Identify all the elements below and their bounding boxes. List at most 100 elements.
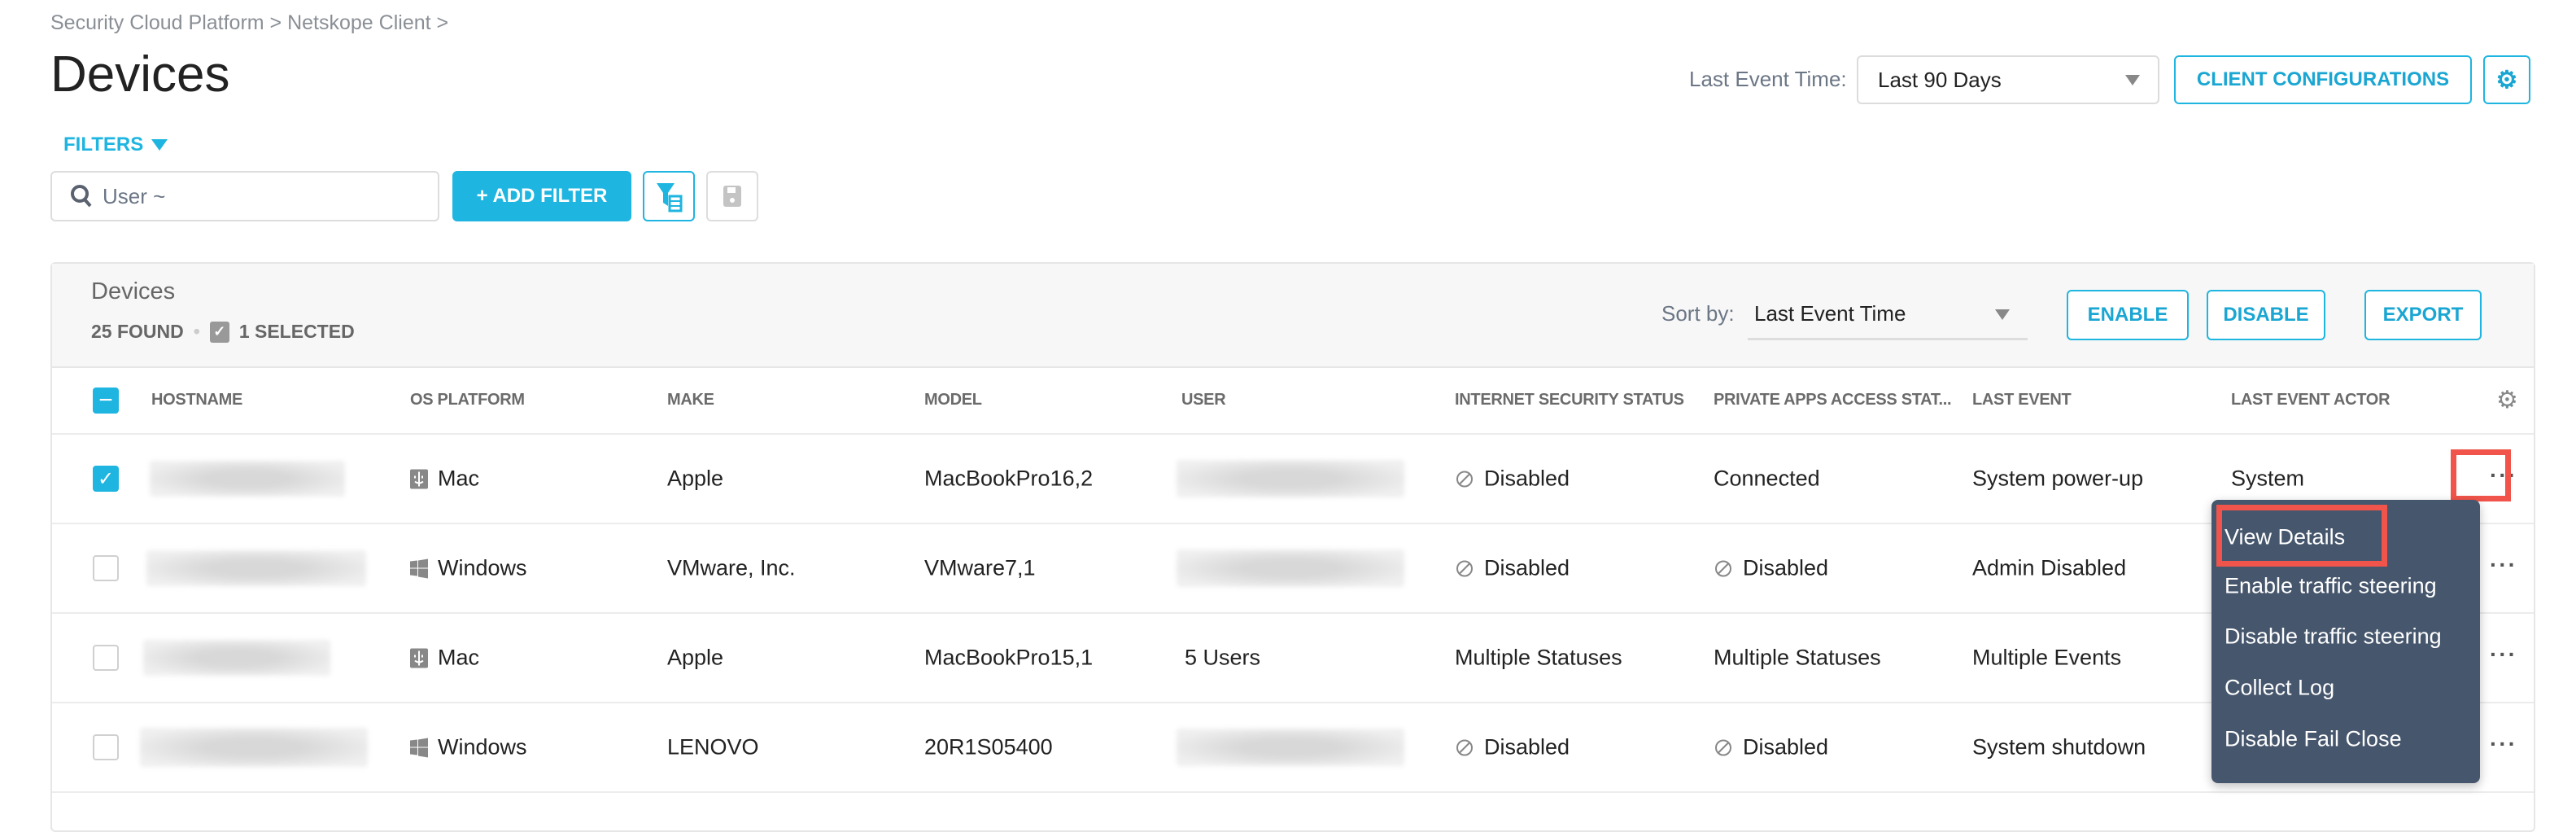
more-actions-icon[interactable]: ··· <box>2490 552 2517 578</box>
make: Apple <box>667 466 723 492</box>
row-checkbox[interactable] <box>93 555 119 581</box>
model: VMware7,1 <box>924 556 1036 581</box>
result-summary: 25 FOUND • ✓ 1 SELECTED <box>91 321 355 343</box>
last-event: Admin Disabled <box>1972 556 2126 581</box>
sort-by-select[interactable]: Last Event Time <box>1748 290 2028 340</box>
last-event-text: Multiple Events <box>1972 645 2122 670</box>
disabled-icon <box>1455 469 1474 488</box>
select-all-checkbox[interactable]: − <box>93 387 119 414</box>
dropdown-caret-icon <box>2125 75 2140 85</box>
user-redacted <box>1177 550 1404 587</box>
separator-dot: • <box>193 321 200 342</box>
filters-toggle[interactable]: FILTERS <box>63 134 168 156</box>
row-checkbox[interactable]: ✓ <box>93 466 119 492</box>
os-platform-text: Windows <box>438 734 527 760</box>
last-event-text: System shutdown <box>1972 734 2146 760</box>
os-platform-text: Windows <box>438 555 527 580</box>
selected-check-icon: ✓ <box>209 321 229 343</box>
menu-item-enable-traffic-steering[interactable]: Enable traffic steering <box>2225 574 2437 599</box>
column-header-os[interactable]: OS PLATFORM <box>410 391 525 409</box>
last-event: System power-up <box>1972 466 2143 492</box>
os-platform-text: Mac <box>438 466 480 491</box>
last-event: Multiple Events <box>1972 646 2121 671</box>
highlight-box-view-details <box>2216 505 2387 567</box>
disabled-icon <box>1455 558 1474 578</box>
found-count: 25 FOUND <box>91 321 184 342</box>
selected-value: Last 90 Days <box>1878 67 2002 92</box>
sort-value: Last Event Time <box>1754 301 1906 326</box>
private-apps-status: Disabled <box>1714 735 1828 760</box>
more-actions-icon[interactable]: ··· <box>2490 731 2517 757</box>
apple-finder-icon <box>410 469 428 488</box>
add-filter-button[interactable]: + ADD FILTER <box>452 171 631 221</box>
internet-security-status-text: Disabled <box>1484 734 1570 760</box>
user-redacted <box>1177 460 1404 497</box>
breadcrumb[interactable]: Security Cloud Platform > Netskope Clien… <box>50 11 448 35</box>
apple-finder-icon <box>410 648 428 668</box>
internet-security-status-text: Disabled <box>1484 555 1570 580</box>
column-header-last-event[interactable]: LAST EVENT <box>1972 391 2072 409</box>
os-platform: Mac <box>410 646 479 671</box>
row-checkbox[interactable] <box>93 734 119 760</box>
last-event: System shutdown <box>1972 735 2146 760</box>
make-text: VMware, Inc. <box>667 555 796 580</box>
page-title: Devices <box>50 46 230 103</box>
column-header-hostname[interactable]: HOSTNAME <box>151 391 242 409</box>
make: VMware, Inc. <box>667 556 796 581</box>
column-header-internet-security[interactable]: INTERNET SECURITY STATUS <box>1455 391 1684 409</box>
private-apps-status: Disabled <box>1714 556 1828 581</box>
model-text: 20R1S05400 <box>924 734 1053 760</box>
triangle-down-icon <box>151 139 168 151</box>
private-apps-status: Multiple Statuses <box>1714 646 1881 671</box>
save-filter-button[interactable] <box>706 171 758 221</box>
make-text: LENOVO <box>667 734 759 760</box>
model-text: MacBookPro16,2 <box>924 466 1094 491</box>
private-apps-status: Connected <box>1714 466 1820 492</box>
column-header-user[interactable]: USER <box>1181 391 1226 409</box>
search-icon <box>71 185 92 208</box>
internet-security-status: Disabled <box>1455 466 1570 492</box>
client-configurations-button[interactable]: CLIENT CONFIGURATIONS <box>2174 55 2472 104</box>
user: 5 Users <box>1185 646 1260 671</box>
windows-icon <box>410 558 428 578</box>
disable-button[interactable]: DISABLE <box>2207 290 2325 340</box>
last-event-text: Admin Disabled <box>1972 555 2127 580</box>
disabled-icon <box>1455 738 1474 757</box>
column-header-last-event-actor[interactable]: LAST EVENT ACTOR <box>2231 391 2390 409</box>
make-text: Apple <box>667 466 724 491</box>
last-event-actor: System <box>2231 466 2304 492</box>
private-apps-status-text: Multiple Statuses <box>1714 645 1881 670</box>
more-actions-icon[interactable]: ··· <box>2490 642 2517 668</box>
last-event-time-select[interactable]: Last 90 Days <box>1857 55 2159 104</box>
model-text: MacBookPro15,1 <box>924 645 1094 670</box>
menu-item-disable-fail-close[interactable]: Disable Fail Close <box>2225 727 2402 752</box>
hostname-redacted <box>146 550 366 586</box>
model-text: VMware7,1 <box>924 555 1036 580</box>
internet-security-status: Disabled <box>1455 735 1570 760</box>
filter-list-icon <box>657 183 683 212</box>
hostname-redacted <box>143 640 330 676</box>
model: MacBookPro16,2 <box>924 466 1093 492</box>
search-input[interactable]: User ~ <box>50 171 439 221</box>
menu-item-collect-log[interactable]: Collect Log <box>2225 676 2334 701</box>
row-checkbox[interactable] <box>93 645 119 671</box>
last-event-time-label: Last Event Time: <box>1689 67 1847 91</box>
filter-list-button[interactable] <box>643 171 695 221</box>
model: MacBookPro15,1 <box>924 646 1093 671</box>
export-button[interactable]: EXPORT <box>2364 290 2482 340</box>
column-header-private-apps[interactable]: PRIVATE APPS ACCESS STAT... <box>1714 391 1952 409</box>
internet-security-status-text: Disabled <box>1484 466 1570 491</box>
user-text: 5 Users <box>1185 645 1261 670</box>
os-platform: Mac <box>410 466 479 492</box>
model: 20R1S05400 <box>924 735 1053 760</box>
search-value: User ~ <box>103 183 166 208</box>
panel-title: Devices <box>91 278 176 304</box>
column-settings-gear-icon[interactable]: ⚙ <box>2496 386 2518 414</box>
last-event-text: System power-up <box>1972 466 2144 491</box>
os-platform: Windows <box>410 556 527 581</box>
settings-gear-button[interactable]: ⚙ <box>2483 55 2530 104</box>
column-header-make[interactable]: MAKE <box>667 391 714 409</box>
menu-item-disable-traffic-steering[interactable]: Disable traffic steering <box>2225 624 2442 650</box>
column-header-model[interactable]: MODEL <box>924 391 982 409</box>
enable-button[interactable]: ENABLE <box>2067 290 2189 340</box>
